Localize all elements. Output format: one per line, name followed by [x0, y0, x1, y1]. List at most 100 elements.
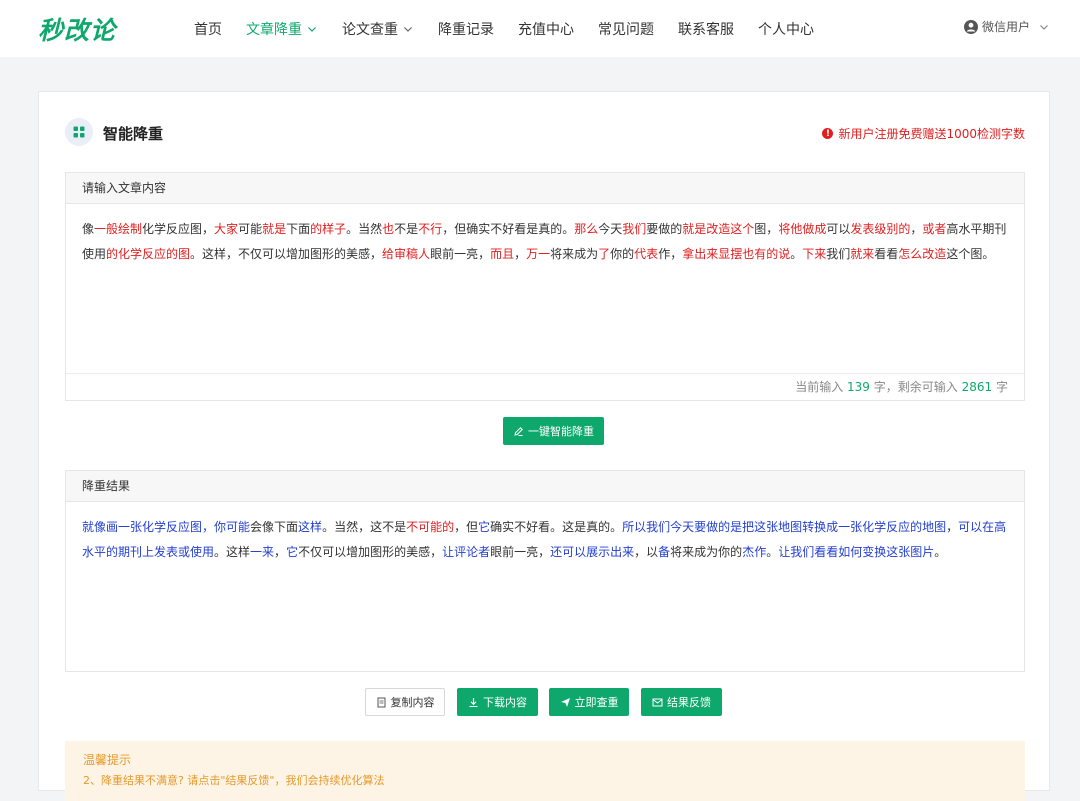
- text-segment: 。: [766, 545, 779, 559]
- text-segment: 不是: [394, 222, 419, 236]
- text-segment: 你的: [610, 247, 635, 261]
- text-segment: 大家: [214, 222, 239, 236]
- text-segment: ，: [274, 545, 287, 559]
- text-segment: 。这样，不仅可以增加图形的美感，: [190, 247, 383, 261]
- article-input[interactable]: 像一般绘制化学反应图，大家可能就是下面的样子。当然也不是不行，但确实不好看是真的…: [66, 204, 1024, 267]
- nav-item-3[interactable]: 降重记录: [438, 19, 494, 39]
- logo[interactable]: 秒改论: [38, 11, 116, 47]
- text-segment: 所以我们今天要做的是把这张地图转换成一张化学反应的地图: [622, 520, 947, 534]
- text-segment: 了: [598, 247, 611, 261]
- text-segment: 的样子: [310, 222, 347, 236]
- remaining-count: 2861: [961, 380, 993, 394]
- text-segment: 这个图。: [946, 247, 995, 261]
- text-segment: 它: [286, 545, 299, 559]
- text-segment: 就是: [682, 222, 707, 236]
- text-segment: 看看: [874, 247, 899, 261]
- promo-notice: ! 新用户注册免费赠送1000检测字数: [822, 125, 1025, 142]
- text-segment: 眼前一亮，: [430, 247, 491, 261]
- text-segment: 将来成为你的: [670, 545, 743, 559]
- text-segment: 不仅可以增加图形的美感，: [298, 545, 443, 559]
- text-segment: 。这样: [214, 545, 251, 559]
- feedback-button[interactable]: 结果反馈: [641, 688, 722, 716]
- nav-item-2[interactable]: 论文查重: [342, 19, 414, 39]
- text-segment: 万一: [526, 247, 551, 261]
- text-segment: 它: [478, 520, 491, 534]
- result-panel-label: 降重结果: [66, 471, 1024, 502]
- smart-rewrite-button[interactable]: 一键智能降重: [503, 417, 604, 445]
- text-segment: 。: [934, 545, 947, 559]
- text-segment: ，: [910, 222, 923, 236]
- copy-button[interactable]: 复制内容: [365, 688, 445, 716]
- current-count: 139: [847, 380, 870, 394]
- text-segment: 作，: [658, 247, 683, 261]
- count-mid: 字，剩余可输入: [873, 380, 958, 394]
- user-menu[interactable]: 微信用户: [963, 18, 1050, 35]
- nav-item-1[interactable]: 文章降重: [246, 19, 318, 39]
- text-segment: 我们: [826, 247, 851, 261]
- text-segment: 可能: [238, 222, 263, 236]
- nav-item-4[interactable]: 充值中心: [518, 19, 574, 39]
- text-segment: 像: [82, 222, 95, 236]
- text-segment: 就来: [850, 247, 875, 261]
- nav-item-0[interactable]: 首页: [194, 19, 222, 39]
- text-segment: 会像下面: [250, 520, 299, 534]
- grid-icon: [65, 118, 93, 146]
- text-segment: 化学反应图，: [142, 222, 215, 236]
- count-suffix: 字: [995, 380, 1008, 394]
- text-segment: 让评论者: [442, 545, 491, 559]
- text-segment: 也: [382, 222, 395, 236]
- text-segment: 发表级别的: [850, 222, 911, 236]
- main-nav: 首页 文章降重 论文查重 降重记录 充值中心 常见问题 联系客服 个人中心: [194, 0, 838, 57]
- user-avatar-icon: [963, 19, 978, 34]
- text-segment: 不行: [418, 222, 443, 236]
- text-segment: 拿出来显摆也有的说: [682, 247, 791, 261]
- text-segment: 这样: [298, 520, 323, 534]
- text-segment: ，: [946, 520, 959, 534]
- nav-item-6[interactable]: 联系客服: [678, 19, 734, 39]
- text-segment: 杰作: [742, 545, 767, 559]
- text-segment: 就是: [262, 222, 287, 236]
- count-prefix: 当前输入: [795, 380, 844, 394]
- mail-icon: [652, 698, 663, 706]
- tips-title: 温馨提示: [83, 753, 132, 767]
- text-segment: 那么: [574, 222, 599, 236]
- download-icon: [469, 697, 478, 707]
- page-title: 智能降重: [103, 125, 164, 143]
- text-segment: ，但确实不好看是真的。: [442, 222, 575, 236]
- chevron-down-icon: [1040, 24, 1048, 30]
- check-plagiarism-button[interactable]: 立即查重: [549, 688, 629, 716]
- chevron-down-icon: [404, 26, 412, 32]
- send-icon: [560, 697, 570, 707]
- text-segment: 可以: [826, 222, 851, 236]
- tips-line: 2、降重结果不满意? 请点击"结果反馈"，我们会持续优化算法: [83, 774, 385, 787]
- chevron-down-icon: [308, 26, 316, 32]
- text-segment: 备: [658, 545, 671, 559]
- text-segment: 一般绘制: [94, 222, 143, 236]
- text-segment: 或者: [922, 222, 947, 236]
- download-button[interactable]: 下载内容: [457, 688, 538, 716]
- result-text: 就像画一张化学反应图，你可能会像下面这样。当然，这不是不可能的，但它确实不好看。…: [66, 502, 1024, 565]
- text-segment: 下面: [286, 222, 311, 236]
- text-segment: 一来: [250, 545, 275, 559]
- text-segment: 眼前一亮，: [490, 545, 551, 559]
- text-segment: 我们: [622, 222, 647, 236]
- text-segment: ，以: [634, 545, 659, 559]
- input-panel-label: 请输入文章内容: [66, 173, 1024, 204]
- top-navbar: 秒改论 首页 文章降重 论文查重 降重记录 充值中心 常见问题 联系客服 个人中心 微信用户: [0, 0, 1080, 57]
- nav-item-7[interactable]: 个人中心: [758, 19, 814, 39]
- text-segment: 今天: [598, 222, 623, 236]
- text-segment: 。当然: [346, 222, 383, 236]
- nav-item-5[interactable]: 常见问题: [598, 19, 654, 39]
- text-segment: 就像画一张化学反应图，: [82, 520, 215, 534]
- result-panel: 降重结果 就像画一张化学反应图，你可能会像下面这样。当然，这不是不可能的，但它确…: [65, 470, 1025, 672]
- document-icon: [377, 697, 385, 707]
- text-segment: 代表: [634, 247, 659, 261]
- user-name: 微信用户: [981, 20, 1030, 34]
- tips-box: 温馨提示 2、降重结果不满意? 请点击"结果反馈"，我们会持续优化算法: [65, 741, 1025, 801]
- char-counter: 当前输入 139 字，剩余可输入 2861 字: [66, 373, 1024, 400]
- text-segment: 。当然，这不是: [322, 520, 407, 534]
- text-segment: 图，: [754, 222, 779, 236]
- text-segment: 将他做成: [778, 222, 827, 236]
- text-segment: 不可能的: [406, 520, 455, 534]
- input-panel: 请输入文章内容 像一般绘制化学反应图，大家可能就是下面的样子。当然也不是不行，但…: [65, 172, 1025, 401]
